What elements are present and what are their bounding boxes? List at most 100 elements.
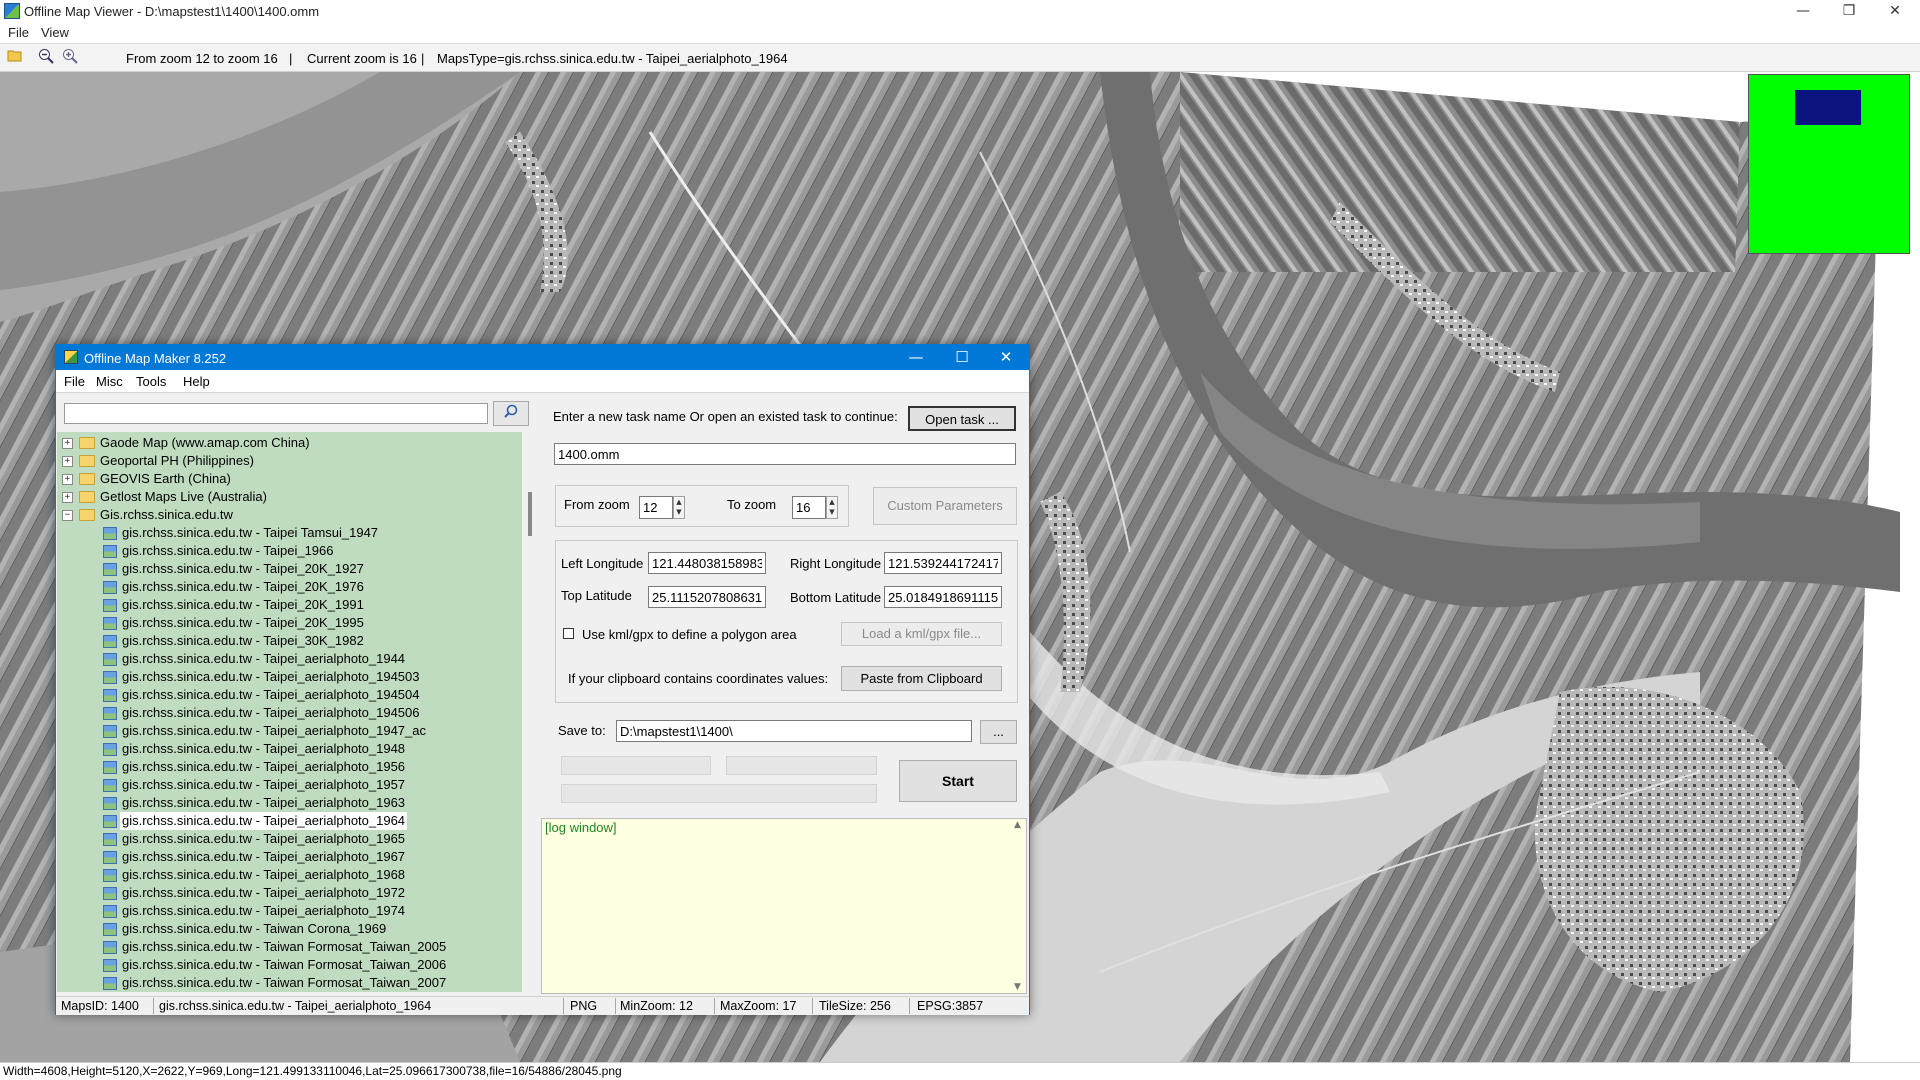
scroll-up-icon[interactable]: ▲: [1014, 820, 1021, 830]
map-source-icon: [103, 959, 117, 972]
restore-button[interactable]: ❐: [1826, 0, 1872, 22]
save-path-input[interactable]: [616, 720, 972, 742]
log-window[interactable]: [541, 818, 1027, 994]
open-task-button[interactable]: Open task ...: [908, 406, 1016, 431]
menu-view[interactable]: View: [41, 25, 69, 40]
tree-scrollbar-thumb[interactable]: [528, 492, 532, 536]
toolbar-separator: |: [421, 51, 425, 66]
zoom-in-icon[interactable]: [60, 48, 80, 68]
status-maps-id: MapsID: 1400: [61, 999, 139, 1013]
tree-item-label: gis.rchss.sinica.edu.tw - Taipei_aerialp…: [122, 849, 406, 864]
tree-item[interactable]: gis.rchss.sinica.edu.tw - Taipei_aerialp…: [100, 794, 520, 812]
tree-folder[interactable]: + Gaode Map (www.amap.com China): [60, 434, 520, 452]
dialog-menu-misc[interactable]: Misc: [96, 374, 123, 389]
tree-item[interactable]: gis.rchss.sinica.edu.tw - Taipei_aerialp…: [100, 650, 520, 668]
log-scrollbar[interactable]: ▲ ▼: [1012, 820, 1026, 992]
top-latitude-input[interactable]: [648, 586, 766, 608]
minimize-button[interactable]: —: [1780, 0, 1826, 22]
folder-icon: [79, 491, 95, 503]
map-search-input[interactable]: [64, 403, 488, 424]
tree-item[interactable]: gis.rchss.sinica.edu.tw - Taiwan Formosa…: [100, 938, 520, 956]
tree-item[interactable]: gis.rchss.sinica.edu.tw - Taipei_aerialp…: [100, 704, 520, 722]
from-zoom-spinner[interactable]: ▲ ▼: [673, 496, 685, 519]
status-max-zoom: MaxZoom: 17: [720, 999, 797, 1013]
tree-item[interactable]: gis.rchss.sinica.edu.tw - Taipei_aerialp…: [100, 884, 520, 902]
status-tile-size: TileSize: 256: [819, 999, 891, 1013]
collapse-icon[interactable]: −: [62, 510, 73, 521]
scroll-down-icon[interactable]: ▼: [1014, 982, 1021, 992]
tree-item[interactable]: gis.rchss.sinica.edu.tw - Taipei_20K_197…: [100, 578, 520, 596]
from-zoom-input[interactable]: [639, 496, 673, 519]
tree-item-label: gis.rchss.sinica.edu.tw - Taipei_20K_192…: [122, 561, 364, 576]
tree-folder-label: Getlost Maps Live (Australia): [100, 489, 267, 504]
expand-icon[interactable]: +: [62, 492, 73, 503]
tree-item[interactable]: gis.rchss.sinica.edu.tw - Taipei_aerialp…: [100, 902, 520, 920]
app-icon: [4, 3, 20, 19]
tree-folder[interactable]: + Getlost Maps Live (Australia): [60, 488, 520, 506]
tree-item[interactable]: gis.rchss.sinica.edu.tw - Taiwan Corona_…: [100, 920, 520, 938]
tree-item-label: gis.rchss.sinica.edu.tw - Taipei_aerialp…: [122, 777, 406, 792]
close-button[interactable]: ✕: [1872, 0, 1918, 22]
custom-parameters-button[interactable]: Custom Parameters: [873, 487, 1017, 525]
tree-item[interactable]: gis.rchss.sinica.edu.tw - Taipei_20K_199…: [100, 596, 520, 614]
tree-item[interactable]: gis.rchss.sinica.edu.tw - Taipei_aerialp…: [100, 686, 520, 704]
progress-bar-2: [726, 756, 877, 775]
tree-folder-expanded[interactable]: − Gis.rchss.sinica.edu.tw: [60, 506, 520, 524]
open-folder-icon[interactable]: [5, 48, 25, 68]
tree-item-label: gis.rchss.sinica.edu.tw - Taipei_20K_199…: [122, 615, 364, 630]
tree-item[interactable]: gis.rchss.sinica.edu.tw - Taipei_aerialp…: [100, 848, 520, 866]
kml-checkbox[interactable]: [563, 628, 574, 639]
tree-item[interactable]: gis.rchss.sinica.edu.tw - Taipei_aerialp…: [100, 776, 520, 794]
tree-item[interactable]: gis.rchss.sinica.edu.tw - Taipei_aerialp…: [100, 812, 520, 830]
load-kml-button[interactable]: Load a kml/gpx file...: [841, 622, 1002, 646]
expand-icon[interactable]: +: [62, 474, 73, 485]
status-divider: [909, 998, 910, 1014]
expand-icon[interactable]: +: [62, 438, 73, 449]
menu-file[interactable]: File: [8, 25, 29, 40]
dialog-menu-help[interactable]: Help: [183, 374, 210, 389]
tree-item[interactable]: gis.rchss.sinica.edu.tw - Taipei_aerialp…: [100, 668, 520, 686]
zoom-out-icon[interactable]: [36, 48, 56, 68]
tree-item[interactable]: gis.rchss.sinica.edu.tw - Taipei_aerialp…: [100, 758, 520, 776]
tree-item[interactable]: gis.rchss.sinica.edu.tw - Taiwan Formosa…: [100, 956, 520, 974]
tree-item[interactable]: gis.rchss.sinica.edu.tw - Taipei_30K_198…: [100, 632, 520, 650]
tree-item[interactable]: gis.rchss.sinica.edu.tw - Taipei_aerialp…: [100, 830, 520, 848]
to-zoom-label: To zoom: [727, 497, 777, 512]
tree-item[interactable]: gis.rchss.sinica.edu.tw - Taipei_aerialp…: [100, 722, 520, 740]
tree-item[interactable]: gis.rchss.sinica.edu.tw - Taipei_1966: [100, 542, 520, 560]
tree-item[interactable]: gis.rchss.sinica.edu.tw - Taipei_20K_199…: [100, 614, 520, 632]
bottom-latitude-input[interactable]: [884, 586, 1002, 608]
dialog-menu-file[interactable]: File: [64, 374, 85, 389]
expand-icon[interactable]: +: [62, 456, 73, 467]
minimap-viewport[interactable]: [1795, 90, 1861, 125]
search-icon[interactable]: [493, 401, 529, 426]
dialog-maximize-button[interactable]: ☐: [939, 345, 985, 370]
tree-item[interactable]: gis.rchss.sinica.edu.tw - Taiwan Formosa…: [100, 974, 520, 992]
dialog-menu-tools[interactable]: Tools: [136, 374, 166, 389]
tree-item-label: gis.rchss.sinica.edu.tw - Taipei_aerialp…: [122, 867, 406, 882]
map-source-icon: [103, 761, 117, 774]
left-longitude-input[interactable]: [648, 552, 766, 574]
tree-folder[interactable]: + GEOVIS Earth (China): [60, 470, 520, 488]
dialog-close-button[interactable]: ✕: [983, 345, 1029, 370]
right-longitude-label: Right Longitude: [790, 556, 882, 571]
tree-folder-label: Gaode Map (www.amap.com China): [100, 435, 310, 450]
map-source-icon: [103, 851, 117, 864]
tree-item[interactable]: gis.rchss.sinica.edu.tw - Taipei_aerialp…: [100, 866, 520, 884]
right-longitude-input[interactable]: [884, 552, 1002, 574]
status-epsg: EPSG:3857: [917, 999, 984, 1013]
tree-item-label: gis.rchss.sinica.edu.tw - Taipei_aerialp…: [122, 687, 420, 702]
tree-item[interactable]: gis.rchss.sinica.edu.tw - Taipei Tamsui_…: [100, 524, 520, 542]
paste-from-clipboard-button[interactable]: Paste from Clipboard: [841, 666, 1002, 691]
to-zoom-spinner[interactable]: ▲ ▼: [826, 496, 838, 519]
status-divider: [153, 998, 154, 1014]
status-bar: Width=4608,Height=5120,X=2622,Y=969,Long…: [0, 1062, 1920, 1080]
tree-item[interactable]: gis.rchss.sinica.edu.tw - Taipei_aerialp…: [100, 740, 520, 758]
tree-folder[interactable]: + Geoportal PH (Philippines): [60, 452, 520, 470]
task-name-input[interactable]: [554, 443, 1016, 465]
tree-item[interactable]: gis.rchss.sinica.edu.tw - Taipei_20K_192…: [100, 560, 520, 578]
start-button[interactable]: Start: [899, 760, 1017, 802]
dialog-minimize-button[interactable]: —: [893, 345, 939, 370]
browse-button[interactable]: ...: [980, 720, 1017, 744]
to-zoom-input[interactable]: [792, 496, 826, 519]
